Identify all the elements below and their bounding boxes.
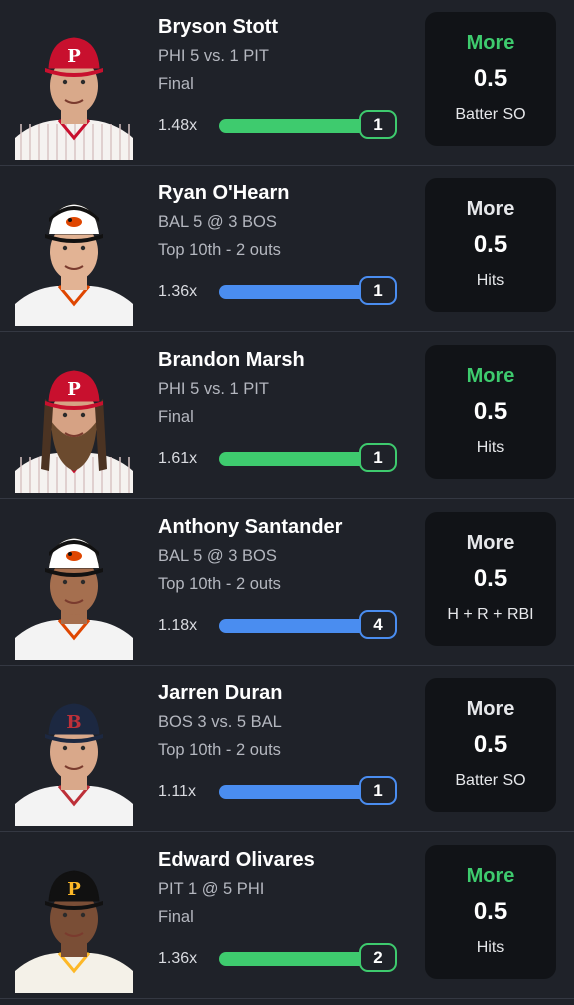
pick-stat: H + R + RBI xyxy=(447,606,534,623)
stat-count-badge: 1 xyxy=(359,443,397,472)
multiplier: 1.61x xyxy=(158,450,198,467)
stat-count-badge: 1 xyxy=(359,276,397,305)
game-status: Final xyxy=(158,75,194,93)
svg-text:P: P xyxy=(67,46,81,67)
player-headshot xyxy=(15,192,133,326)
pick-stat: Hits xyxy=(476,439,505,456)
player-name: Brandon Marsh xyxy=(158,349,305,371)
player-row[interactable]: P Bryson Stott PHI 5 vs. 1 PIT Final 1.4… xyxy=(0,0,574,166)
game-status: Final xyxy=(158,408,194,426)
pick-stat: Hits xyxy=(476,939,505,956)
pick-stat: Batter SO xyxy=(455,106,526,123)
stat-count-badge: 1 xyxy=(359,776,397,805)
stat-count-badge: 1 xyxy=(359,110,397,139)
pick-direction: More xyxy=(466,365,515,387)
player-headshot: P xyxy=(15,859,133,993)
svg-text:P: P xyxy=(67,379,81,400)
player-row[interactable]: Ryan O'Hearn BAL 5 @ 3 BOS Top 10th - 2 … xyxy=(0,166,574,332)
game-matchup: BOS 3 vs. 5 BAL xyxy=(158,713,282,731)
progress-bar xyxy=(219,285,371,299)
game-status: Top 10th - 2 outs xyxy=(158,241,281,259)
multiplier: 1.11x xyxy=(158,783,196,800)
pick-line: 0.5 xyxy=(473,231,508,258)
player-name: Jarren Duran xyxy=(158,682,283,704)
player-name: Ryan O'Hearn xyxy=(158,182,290,204)
game-matchup: PHI 5 vs. 1 PIT xyxy=(158,47,269,65)
multiplier: 1.18x xyxy=(158,617,198,634)
player-row[interactable]: B Jarren Duran BOS 3 vs. 5 BAL Top 10th … xyxy=(0,666,574,832)
pick-card[interactable]: More 0.5 Batter SO xyxy=(425,12,556,146)
pick-line: 0.5 xyxy=(473,731,508,758)
game-matchup: BAL 5 @ 3 BOS xyxy=(158,213,277,231)
player-name: Bryson Stott xyxy=(158,16,278,38)
stat-count-badge: 2 xyxy=(359,943,397,972)
pick-line: 0.5 xyxy=(473,565,508,592)
pick-line: 0.5 xyxy=(473,398,508,425)
svg-text:B: B xyxy=(66,712,81,733)
player-headshot: P xyxy=(15,359,133,493)
game-matchup: PIT 1 @ 5 PHI xyxy=(158,880,265,898)
player-headshot xyxy=(15,526,133,660)
game-status: Top 10th - 2 outs xyxy=(158,575,281,593)
progress-bar xyxy=(219,452,371,466)
player-headshot: P xyxy=(15,26,133,160)
pick-direction: More xyxy=(466,198,515,220)
player-row[interactable]: P Brandon Marsh PHI 5 vs. 1 PIT Final 1.… xyxy=(0,333,574,499)
multiplier: 1.36x xyxy=(158,950,198,967)
pick-direction: More xyxy=(466,698,515,720)
pick-stat: Batter SO xyxy=(455,772,526,789)
pick-line: 0.5 xyxy=(473,898,508,925)
pick-line: 0.5 xyxy=(473,65,508,92)
progress-bar xyxy=(219,619,371,633)
stat-count-badge: 4 xyxy=(359,610,397,639)
pick-list: P Bryson Stott PHI 5 vs. 1 PIT Final 1.4… xyxy=(0,0,574,1005)
progress-bar xyxy=(219,952,371,966)
multiplier: 1.48x xyxy=(158,117,198,134)
pick-card[interactable]: More 0.5 Hits xyxy=(425,178,556,312)
pick-card[interactable]: More 0.5 Hits xyxy=(425,345,556,479)
player-headshot: B xyxy=(15,692,133,826)
game-matchup: BAL 5 @ 3 BOS xyxy=(158,547,277,565)
game-status: Top 10th - 2 outs xyxy=(158,741,281,759)
player-name: Edward Olivares xyxy=(158,849,315,871)
svg-text:P: P xyxy=(67,879,81,900)
pick-card[interactable]: More 0.5 Hits xyxy=(425,845,556,979)
pick-card[interactable]: More 0.5 Batter SO xyxy=(425,678,556,812)
game-status: Final xyxy=(158,908,194,926)
pick-stat: Hits xyxy=(476,272,505,289)
player-row[interactable]: P Edward Olivares PIT 1 @ 5 PHI Final 1.… xyxy=(0,833,574,999)
progress-bar xyxy=(219,119,371,133)
multiplier: 1.36x xyxy=(158,283,198,300)
player-name: Anthony Santander xyxy=(158,516,343,538)
pick-card[interactable]: More 0.5 H + R + RBI xyxy=(425,512,556,646)
pick-direction: More xyxy=(466,32,515,54)
player-row[interactable]: Anthony Santander BAL 5 @ 3 BOS Top 10th… xyxy=(0,500,574,666)
game-matchup: PHI 5 vs. 1 PIT xyxy=(158,380,269,398)
progress-bar xyxy=(219,785,371,799)
pick-direction: More xyxy=(466,532,515,554)
pick-direction: More xyxy=(466,865,515,887)
